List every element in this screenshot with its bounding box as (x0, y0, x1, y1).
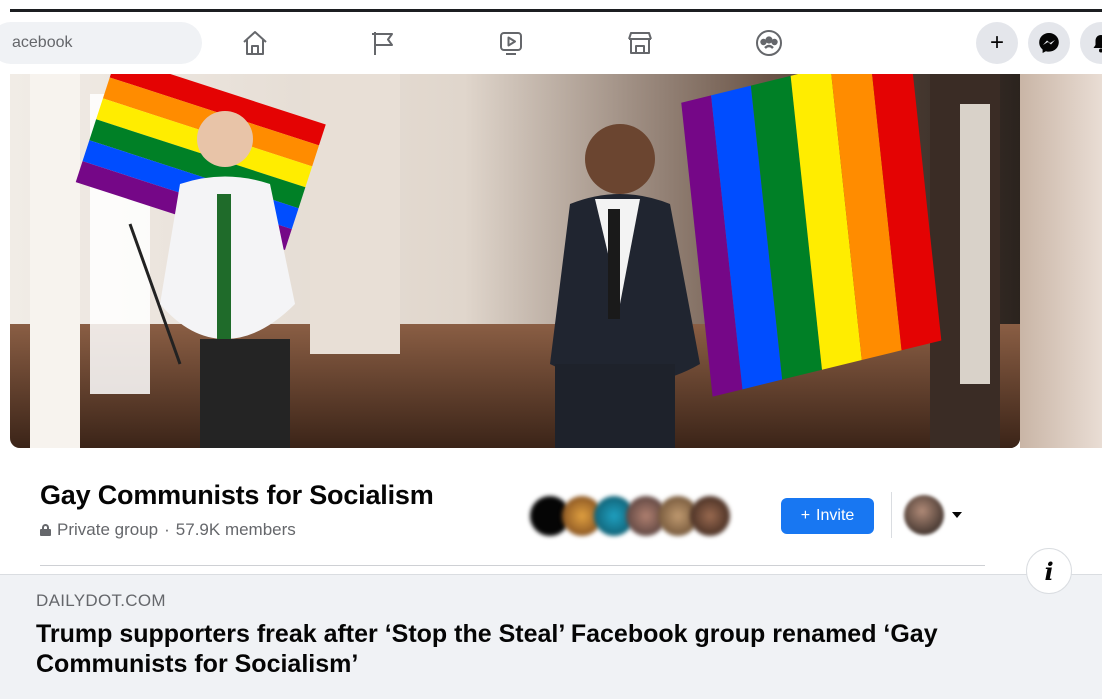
notifications-icon[interactable] (1080, 22, 1102, 64)
cover-side-background (1020, 74, 1102, 448)
search-input[interactable]: acebook (0, 22, 202, 64)
privacy-label: Private group (57, 520, 159, 539)
meta-separator: · (164, 520, 170, 539)
watch-video-icon[interactable] (494, 26, 528, 60)
profile-menu[interactable] (904, 494, 974, 536)
marketplace-store-icon[interactable] (623, 26, 657, 60)
cover-photo-illustration (10, 74, 1020, 448)
create-plus-icon[interactable]: + (976, 22, 1018, 64)
group-title[interactable]: Gay Communists for Socialism (40, 480, 434, 511)
info-glyph: i (1044, 556, 1054, 586)
messenger-icon[interactable] (1028, 22, 1070, 64)
groups-icon[interactable] (752, 26, 786, 60)
facebook-header: acebook + (0, 12, 1102, 74)
search-text: acebook (12, 34, 73, 51)
info-icon[interactable]: i (1026, 548, 1072, 594)
link-preview-card[interactable]: DAILYDOT.COM Trump supporters freak afte… (0, 574, 1102, 699)
home-icon[interactable] (238, 26, 272, 60)
invite-button[interactable]: + Invite (781, 498, 874, 534)
invite-label: Invite (816, 507, 855, 524)
group-info-section: Gay Communists for Socialism Private gro… (0, 448, 1102, 574)
lock-icon (40, 524, 51, 536)
member-count[interactable]: 57.9K members (176, 520, 296, 540)
avatar[interactable] (904, 495, 944, 535)
link-headline[interactable]: Trump supporters freak after ‘Stop the S… (36, 619, 1056, 679)
group-cover-photo (10, 74, 1020, 448)
link-domain: DAILYDOT.COM (36, 591, 166, 610)
vertical-divider (891, 492, 892, 538)
plus-glyph: + (989, 29, 1004, 56)
pages-flag-icon[interactable] (366, 26, 400, 60)
invite-plus-icon: + (800, 507, 811, 524)
caret-down-icon[interactable] (952, 512, 962, 518)
avatar[interactable] (690, 496, 730, 536)
section-divider (40, 565, 985, 566)
group-meta: Private group · 57.9K members (40, 520, 296, 540)
member-avatars[interactable] (528, 496, 748, 536)
